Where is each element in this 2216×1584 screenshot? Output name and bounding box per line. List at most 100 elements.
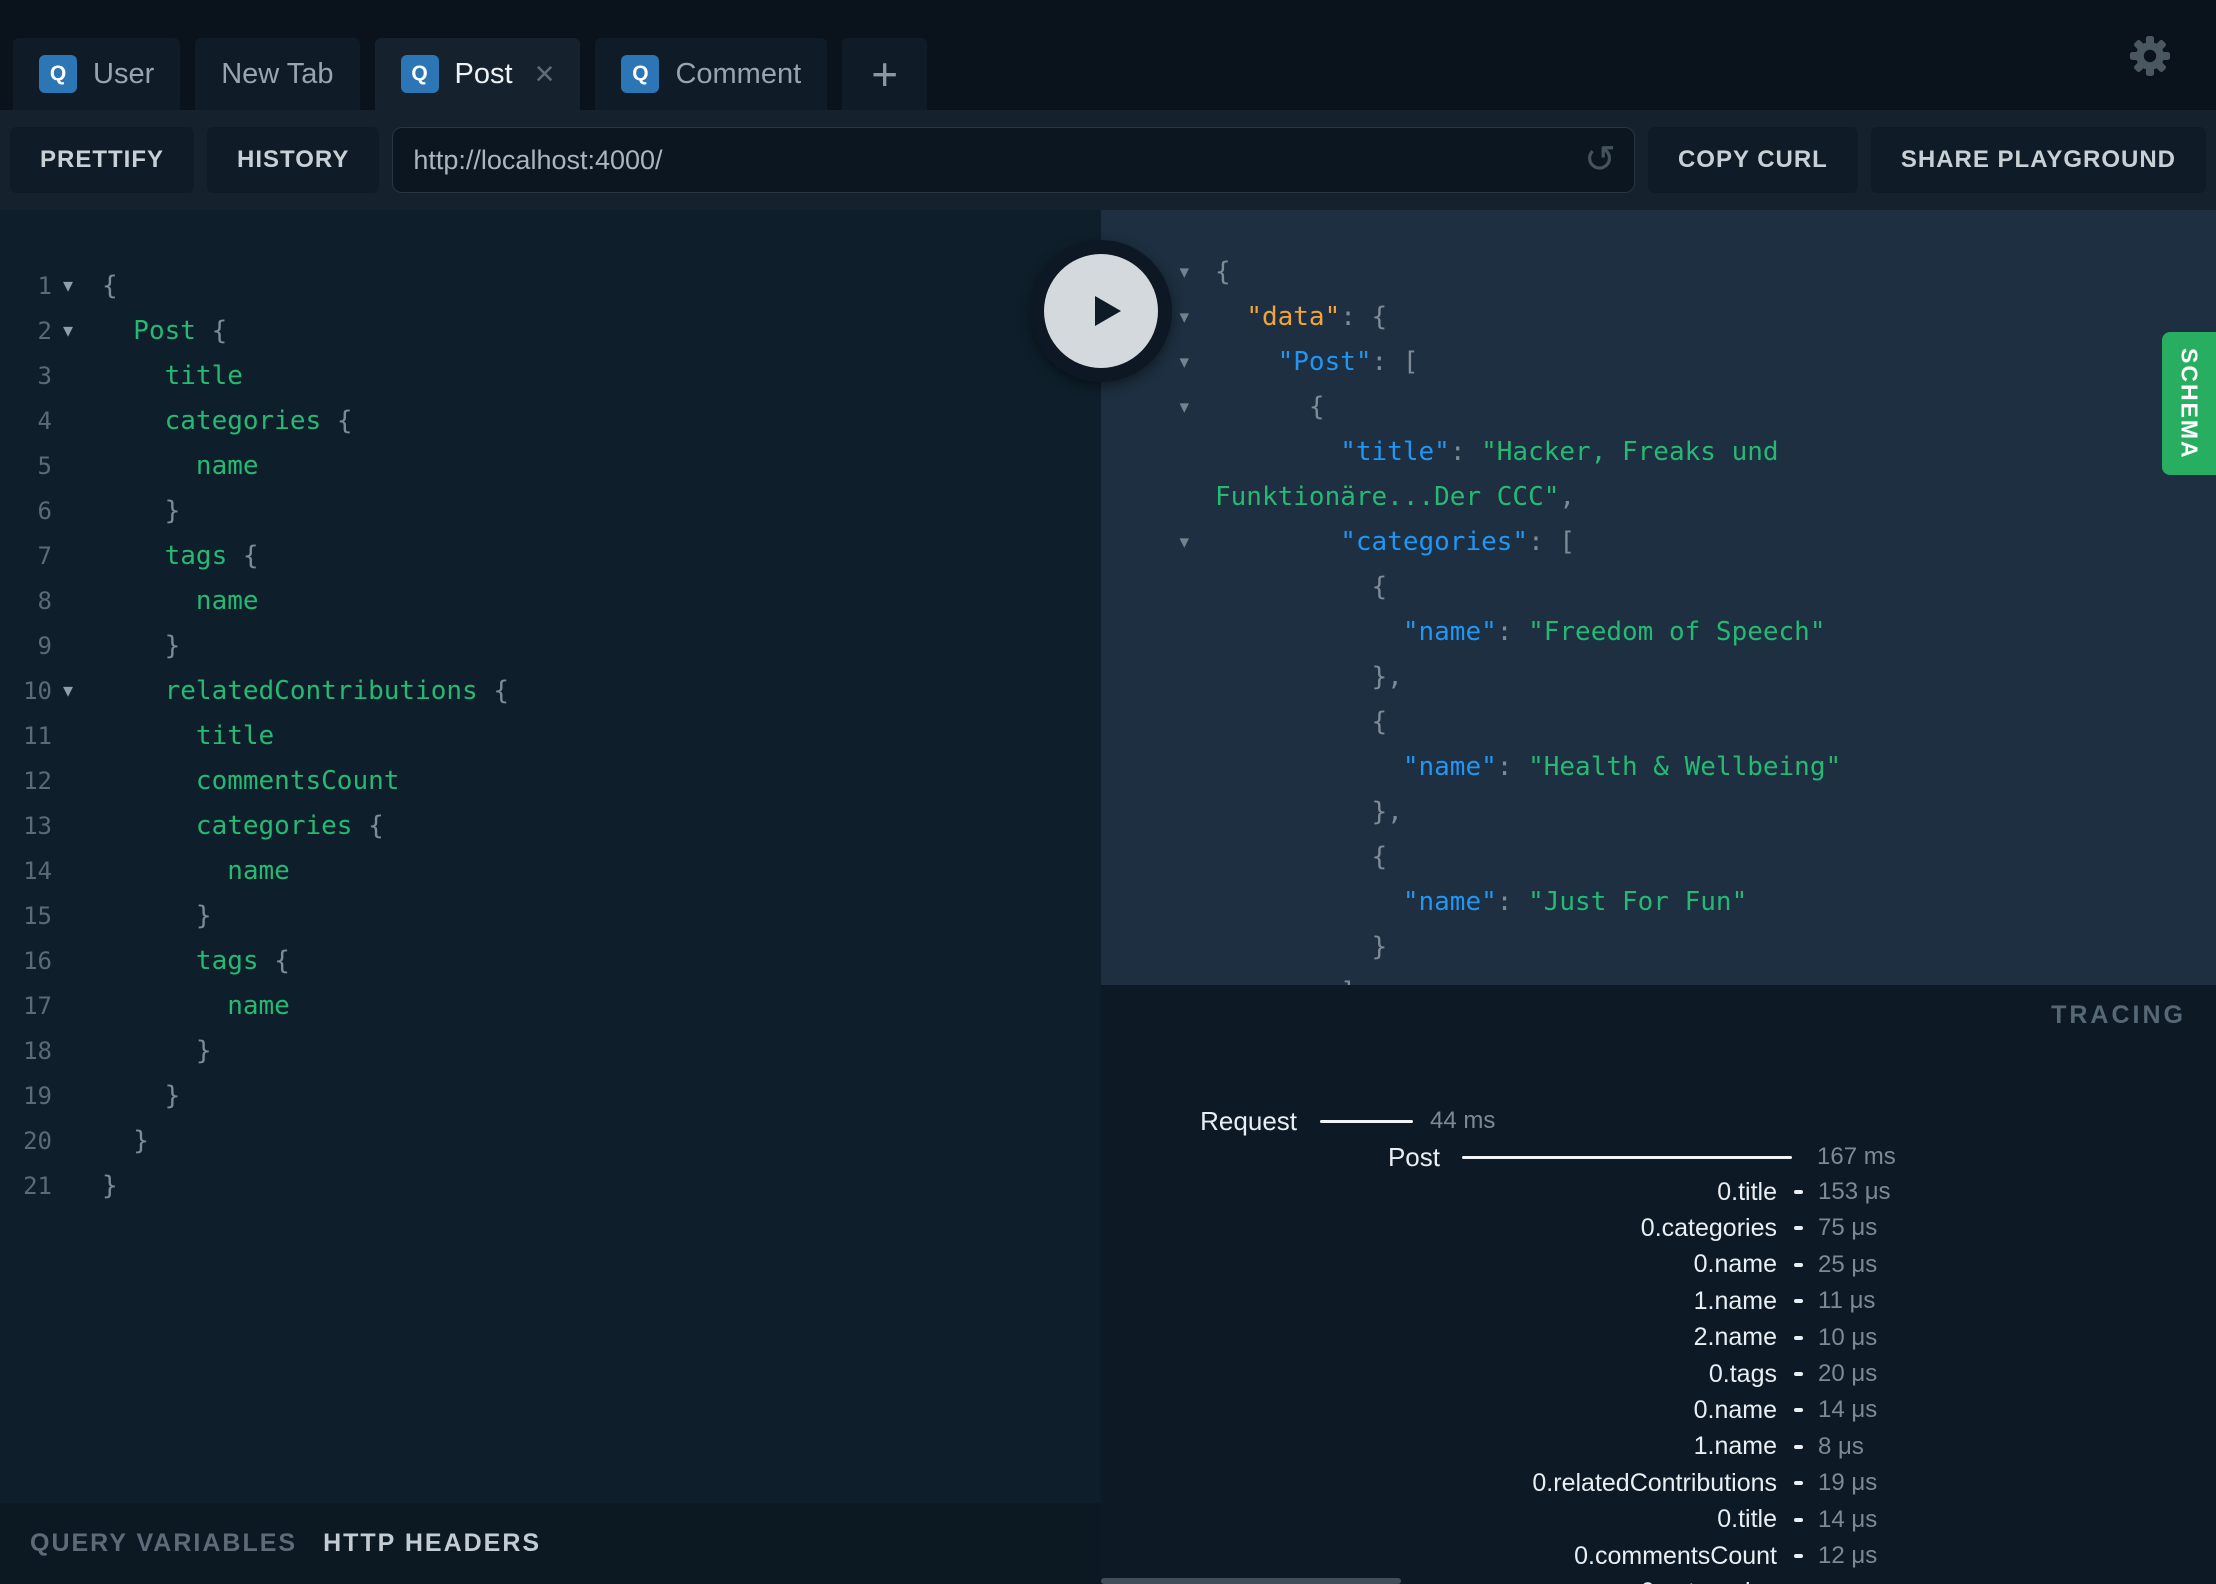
tab-comment[interactable]: Q Comment	[595, 38, 828, 110]
response-line: ]	[1101, 970, 2216, 985]
editor-line: 8 name	[0, 579, 1101, 624]
response-line: "name": "Freedom of Speech"	[1101, 610, 2216, 655]
code-text: {	[1197, 835, 1388, 880]
code-token: Funktionäre...Der CCC"	[1215, 482, 1560, 512]
line-number: 18	[23, 1037, 52, 1065]
reload-schema-icon[interactable]: ↺	[1584, 141, 1616, 179]
code-text: tags {	[84, 939, 290, 984]
code-token: "Post"	[1277, 347, 1372, 377]
code-token: "name"	[1402, 887, 1497, 917]
line-number: 9	[37, 632, 52, 660]
fold-gutter	[52, 1119, 84, 1164]
fold-arrow-icon[interactable]: ▾	[52, 669, 84, 714]
endpoint-url-input[interactable]	[411, 143, 1575, 177]
code-text: categories {	[84, 804, 384, 849]
editor-line: 4 categories {	[0, 399, 1101, 444]
fold-arrow-icon[interactable]: ▾	[1101, 520, 1197, 565]
trace-field-label: 0.title	[1717, 1177, 1777, 1206]
add-tab-button[interactable]: +	[842, 38, 928, 110]
fold-gutter	[52, 849, 84, 894]
code-text: name	[84, 444, 259, 489]
code-token: "Just For Fun"	[1528, 887, 1748, 917]
trace-field-time: 8 μs	[1818, 1432, 1864, 1460]
fold-gutter	[1101, 565, 1197, 610]
toolbar: PRETTIFY HISTORY ↺ COPY CURL SHARE PLAYG…	[0, 110, 2216, 210]
code-text: }	[84, 489, 181, 534]
endpoint-url-bar: ↺	[392, 127, 1635, 193]
trace-dash	[1794, 1226, 1803, 1231]
trace-dash	[1794, 1299, 1803, 1304]
code-token: :	[1496, 752, 1529, 782]
schema-sidetab[interactable]: SCHEMA	[2162, 332, 2216, 475]
code-token: : {	[1340, 302, 1388, 332]
editor-line: 2 ▾ Post {	[0, 309, 1101, 354]
http-headers-tab[interactable]: HTTP HEADERS	[323, 1529, 541, 1558]
tab-post[interactable]: Q Post ×	[374, 38, 581, 110]
response-line: }	[1101, 925, 2216, 970]
fold-gutter	[52, 534, 84, 579]
editor-line: 11 title	[0, 714, 1101, 759]
line-number: 1	[37, 272, 52, 300]
code-text: Post {	[84, 309, 227, 354]
editor-line: 3 title	[0, 354, 1101, 399]
close-tab-icon[interactable]: ×	[535, 57, 555, 91]
line-number: 14	[23, 857, 52, 885]
execute-query-button[interactable]	[1030, 240, 1172, 382]
query-editor[interactable]: 1 ▾{2 ▾ Post {3 title 4 categories {5 name 6…	[0, 210, 1101, 1503]
fold-arrow-icon[interactable]: ▾	[1101, 385, 1197, 430]
code-token: }	[102, 496, 181, 526]
tab-label: New Tab	[221, 57, 334, 90]
response-line: ▾ "data": {	[1101, 295, 2216, 340]
query-badge: Q	[400, 55, 439, 93]
code-text: name	[84, 984, 290, 1029]
code-token: "categories"	[1340, 527, 1529, 557]
tab-user[interactable]: Q User	[13, 38, 181, 110]
line-number: 12	[23, 767, 52, 795]
tab-label: User	[93, 57, 155, 90]
trace-field-label: 0.commentsCount	[1574, 1541, 1777, 1570]
fold-arrow-icon[interactable]: ▾	[52, 264, 84, 309]
copy-curl-button[interactable]: COPY CURL	[1647, 127, 1858, 193]
share-playground-button[interactable]: SHARE PLAYGROUND	[1870, 127, 2206, 193]
fold-gutter	[52, 624, 84, 669]
fold-gutter	[1101, 430, 1197, 475]
settings-gear-icon[interactable]	[2126, 32, 2174, 80]
code-token: relatedContributions	[102, 676, 494, 706]
code-text: "name": "Freedom of Speech"	[1197, 610, 1826, 655]
trace-row: 0.title 153 μs	[1101, 1177, 2216, 1207]
query-variables-tab[interactable]: QUERY VARIABLES	[30, 1529, 297, 1558]
code-token: "Health & Wellbeing"	[1528, 752, 1842, 782]
code-token: commentsCount	[102, 766, 400, 796]
line-number: 6	[37, 497, 52, 525]
fold-arrow-icon[interactable]: ▾	[52, 309, 84, 354]
fold-gutter	[1101, 835, 1197, 880]
line-number: 8	[37, 587, 52, 615]
editor-line: 18 }	[0, 1029, 1101, 1074]
code-token: ]	[1215, 977, 1356, 985]
code-token: {	[1215, 572, 1388, 602]
history-button[interactable]: HISTORY	[207, 127, 380, 193]
fold-gutter	[52, 714, 84, 759]
fold-gutter	[52, 894, 84, 939]
prettify-button[interactable]: PRETTIFY	[10, 127, 195, 193]
response-line: ▾ "Post": [	[1101, 340, 2216, 385]
line-number: 15	[23, 902, 52, 930]
fold-gutter	[52, 804, 84, 849]
line-number: 4	[37, 407, 52, 435]
response-viewer[interactable]: ▾{▾ "data": {▾ "Post": [▾ { "title": "Ha…	[1101, 210, 2216, 985]
code-text: {	[84, 264, 118, 309]
response-line: },	[1101, 655, 2216, 700]
code-token: }	[102, 1081, 181, 1111]
code-token: title	[102, 361, 243, 391]
code-token: "Freedom of Speech"	[1528, 617, 1826, 647]
trace-row: 0.name 25 μs	[1101, 1250, 2216, 1280]
code-token: "title"	[1340, 437, 1450, 467]
editor-line: 21}	[0, 1164, 1101, 1209]
code-token: ,	[1559, 482, 1576, 512]
editor-line: 17 name	[0, 984, 1101, 1029]
tracing-horizontal-scrollbar[interactable]	[1101, 1578, 1401, 1584]
trace-field-label: 1.name	[1693, 1432, 1777, 1461]
tab-new-tab[interactable]: New Tab	[195, 38, 360, 110]
trace-field-time: 12 μs	[1818, 1542, 1878, 1569]
